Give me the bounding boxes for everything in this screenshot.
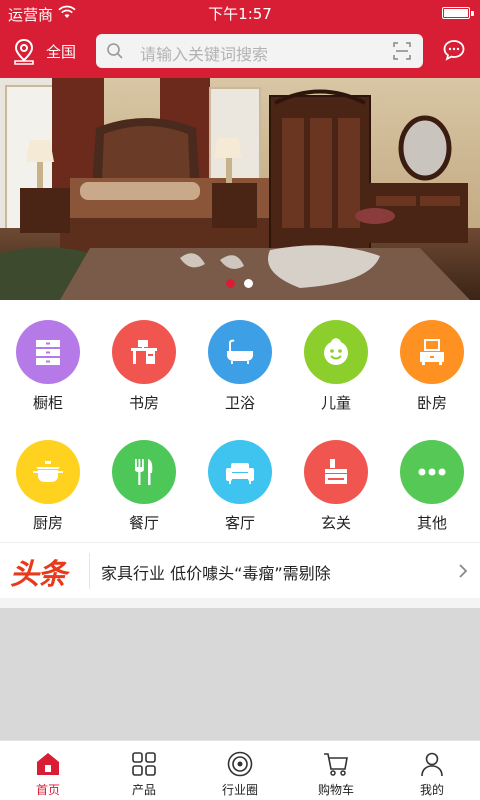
tab-home[interactable]: 首页: [0, 741, 96, 800]
user-icon: [421, 752, 443, 777]
category-label: 餐厅: [128, 514, 159, 532]
entryway-icon: [325, 459, 347, 484]
pot-icon: [33, 461, 63, 482]
category-label: 其他: [416, 514, 447, 532]
pot-icon-circle: [16, 440, 80, 504]
desk-icon-circle: [112, 320, 176, 384]
tab-label: 我的: [419, 783, 444, 797]
fork-knife-icon-circle: [112, 440, 176, 504]
banner-carousel[interactable]: [0, 78, 480, 300]
category-other[interactable]: 其他: [384, 420, 480, 538]
category-label: 客厅: [224, 514, 255, 532]
tab-cart[interactable]: 购物车: [288, 741, 384, 800]
category-label: 橱柜: [32, 394, 63, 412]
headline-news-bar[interactable]: 头条 家具行业 低价噱头“毒瘤”需剔除: [0, 542, 480, 598]
category-label: 书房: [128, 394, 159, 412]
entryway-icon-circle: [304, 440, 368, 504]
category-bedroom[interactable]: 卧房: [384, 300, 480, 418]
location-label[interactable]: 全国: [46, 41, 76, 62]
tab-products[interactable]: 产品: [96, 741, 192, 800]
cabinet-icon: [36, 340, 60, 365]
category-label: 卫浴: [224, 394, 255, 412]
category-dining[interactable]: 餐厅: [96, 420, 192, 538]
category-bathroom[interactable]: 卫浴: [192, 300, 288, 418]
cart-icon: [324, 753, 348, 776]
message-icon[interactable]: [442, 38, 466, 62]
tab-industry-circle[interactable]: 行业圈: [192, 741, 288, 800]
category-label: 卧房: [416, 394, 447, 412]
circle-icon: [227, 751, 253, 777]
sofa-icon-circle: [208, 440, 272, 504]
fork-knife-icon: [135, 459, 153, 485]
category-label: 玄关: [320, 514, 351, 532]
home-icon: [37, 753, 59, 775]
bathtub-icon: [227, 339, 253, 364]
location-pin-icon[interactable]: [12, 38, 36, 66]
search-input[interactable]: 请输入关键词搜索: [140, 41, 268, 65]
search-bar[interactable]: 请输入关键词搜索: [96, 34, 423, 68]
grid-icon: [132, 752, 156, 776]
category-cabinet[interactable]: 橱柜: [0, 300, 96, 418]
headline-text[interactable]: 家具行业 低价噱头“毒瘤”需剔除: [101, 560, 331, 584]
cabinet-icon-circle: [16, 320, 80, 384]
status-bar: 运营商 下午1:57: [0, 0, 480, 26]
content-placeholder: [0, 608, 480, 740]
more-dots-icon-circle: [400, 440, 464, 504]
search-icon: [107, 43, 123, 59]
carousel-dot[interactable]: [244, 279, 253, 288]
tab-label: 首页: [35, 783, 60, 797]
tab-label: 购物车: [317, 783, 354, 797]
bottom-tab-bar: 首页 产品 行业圈 购物车 我的: [0, 740, 480, 800]
divider: [89, 553, 90, 589]
banner-image: [0, 78, 480, 300]
tab-label: 产品: [131, 783, 156, 797]
child-face-icon-circle: [304, 320, 368, 384]
more-dots-icon: [418, 468, 446, 476]
category-study[interactable]: 书房: [96, 300, 192, 418]
dresser-icon-circle: [400, 320, 464, 384]
category-living-room[interactable]: 客厅: [192, 420, 288, 538]
tab-mine[interactable]: 我的: [384, 741, 480, 800]
category-label: 厨房: [32, 514, 63, 532]
sofa-icon: [226, 463, 254, 484]
bathtub-icon-circle: [208, 320, 272, 384]
category-entryway[interactable]: 玄关: [288, 420, 384, 538]
carousel-dot-active[interactable]: [226, 279, 235, 288]
category-grid: 橱柜 书房 卫浴 儿童 卧房 厨房 餐厅 客厅 玄关 其他: [0, 300, 480, 542]
top-header: 全国 请输入关键词搜索: [0, 26, 480, 78]
battery-icon: [442, 7, 474, 19]
chevron-right-icon[interactable]: [458, 563, 468, 579]
status-time: 下午1:57: [208, 5, 272, 23]
category-kitchen[interactable]: 厨房: [0, 420, 96, 538]
section-gap: [0, 598, 480, 608]
desk-icon: [131, 340, 157, 364]
category-children[interactable]: 儿童: [288, 300, 384, 418]
tab-label: 行业圈: [221, 783, 258, 797]
scan-icon[interactable]: [393, 42, 411, 60]
category-label: 儿童: [320, 394, 351, 412]
headline-badge: 头条: [10, 557, 67, 591]
child-face-icon: [324, 338, 348, 365]
dresser-icon: [420, 339, 444, 365]
